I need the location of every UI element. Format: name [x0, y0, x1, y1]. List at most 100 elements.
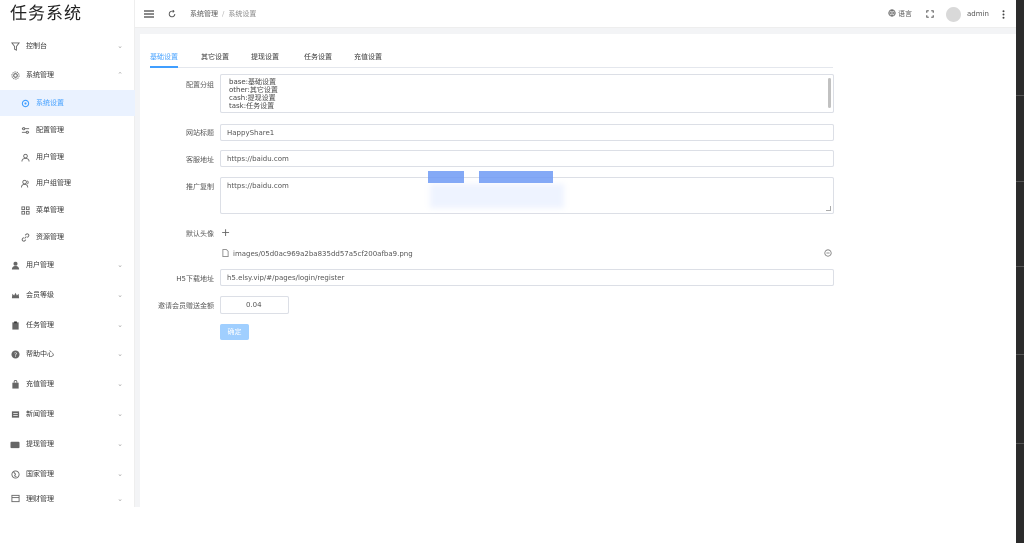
filter-icon: [10, 41, 20, 51]
reward-amount-value: 0.04: [246, 301, 262, 309]
sidebar: 任务系统 控制台 ⌄ 系统管理 ⌃ 系统设置 配置管理 用户管理 用户组管理 菜…: [0, 0, 135, 507]
sidebar-item-dashboard[interactable]: 控制台 ⌄: [0, 33, 135, 59]
svg-text:?: ?: [13, 351, 16, 358]
settings-tabs: 基础设置 其它设置 提现设置 任务设置 充值设置: [150, 51, 833, 68]
sidebar-item-resource[interactable]: 资源管理: [0, 224, 135, 250]
blurred-overlay: [479, 171, 553, 183]
service-url-label: 客服地址: [186, 156, 214, 164]
sidebar-item-config[interactable]: 配置管理: [0, 117, 135, 143]
group-label: 配置分组: [186, 81, 214, 89]
sidebar-item-system-settings[interactable]: 系统设置: [0, 90, 135, 116]
fullscreen-icon[interactable]: [926, 0, 934, 28]
help-icon: ?: [10, 349, 20, 359]
sidebar-item-country[interactable]: 国家管理 ⌄: [0, 461, 135, 487]
sidebar-item-label: 充值管理: [26, 380, 54, 388]
sidebar-item-system[interactable]: 系统管理 ⌃: [0, 62, 135, 88]
scrollbar[interactable]: [828, 78, 831, 108]
reward-amount-input[interactable]: 0.04: [220, 296, 289, 314]
sidebar-item-label: 系统设置: [36, 99, 64, 107]
promo-copy-value: https://baidu.com: [227, 182, 289, 190]
remove-file-icon[interactable]: [824, 249, 832, 259]
breadcrumb-item[interactable]: 系统管理: [190, 9, 218, 19]
group-option[interactable]: base:基础设置: [229, 78, 825, 86]
chevron-down-icon: ⌄: [117, 321, 123, 329]
sidebar-item-withdraw[interactable]: 提现管理 ⌄: [0, 431, 135, 457]
more-vertical-icon[interactable]: [1002, 0, 1005, 28]
window-edge: [1016, 0, 1024, 543]
avatar-file-item: images/05d0ac969a2ba835dd57a5cf200afba9.…: [222, 249, 413, 259]
avatar-file-name[interactable]: images/05d0ac969a2ba835dd57a5cf200afba9.…: [233, 250, 413, 258]
group-option[interactable]: cash:提现设置: [229, 94, 825, 102]
site-title-label: 网站标题: [186, 129, 214, 137]
sidebar-item-label: 任务管理: [26, 321, 54, 329]
breadcrumb-separator: /: [222, 10, 225, 18]
sidebar-item-user-group[interactable]: 用户组管理: [0, 170, 135, 196]
sidebar-item-label: 配置管理: [36, 126, 64, 134]
h5-url-label: H5下载地址: [176, 275, 214, 283]
sidebar-item-label: 用户管理: [26, 261, 54, 269]
bag-icon: [10, 379, 20, 389]
sidebar-item-help[interactable]: ? 帮助中心 ⌄: [0, 341, 135, 367]
service-url-value: https://baidu.com: [227, 154, 289, 163]
sidebar-item-users[interactable]: 用户管理 ⌄: [0, 252, 135, 278]
service-url-input[interactable]: https://baidu.com: [220, 150, 834, 167]
breadcrumb: 系统管理 / 系统设置: [190, 0, 256, 28]
app-title: 任务系统: [10, 4, 82, 24]
tab-withdraw[interactable]: 提现设置: [251, 51, 279, 68]
globe-icon: [10, 469, 20, 479]
language-label: 语言: [898, 10, 912, 18]
h5-url-value: h5.elsy.vip/#/pages/login/register: [227, 273, 345, 282]
sidebar-item-menu[interactable]: 菜单管理: [0, 197, 135, 223]
tab-basic[interactable]: 基础设置: [150, 51, 178, 68]
promo-copy-label: 推广复制: [186, 183, 214, 191]
reward-amount-label: 邀请会员赠送金额: [158, 302, 214, 310]
settings-icon: [20, 98, 30, 108]
language-switch[interactable]: 语言: [888, 0, 912, 28]
chevron-up-icon: ⌃: [117, 71, 123, 79]
blurred-overlay: [428, 171, 464, 183]
chevron-down-icon: ⌄: [117, 470, 123, 478]
group-option[interactable]: task:任务设置: [229, 102, 825, 110]
finance-icon: [10, 494, 20, 504]
chevron-down-icon: ⌄: [117, 291, 123, 299]
crown-icon: [10, 290, 20, 300]
config-group-select[interactable]: base:基础设置 other:其它设置 cash:提现设置 task:任务设置: [220, 74, 834, 113]
sidebar-item-label: 系统管理: [26, 71, 54, 79]
group-option[interactable]: other:其它设置: [229, 86, 825, 94]
site-title-input[interactable]: HappyShare1: [220, 124, 834, 141]
sidebar-item-label: 菜单管理: [36, 206, 64, 214]
username: admin: [967, 10, 989, 18]
user-menu[interactable]: admin: [946, 0, 989, 28]
user-group-icon: [20, 178, 30, 188]
document-icon: [222, 249, 229, 259]
chevron-down-icon: ⌄: [117, 494, 123, 503]
tab-task[interactable]: 任务设置: [304, 51, 332, 68]
submit-button[interactable]: 确定: [220, 324, 249, 340]
chevron-down-icon: ⌄: [117, 440, 123, 448]
add-avatar-button[interactable]: +: [221, 226, 230, 239]
resize-handle[interactable]: [826, 206, 831, 211]
sidebar-item-label: 国家管理: [26, 470, 54, 478]
sidebar-item-member-level[interactable]: 会员等级 ⌄: [0, 282, 135, 308]
sidebar-item-news[interactable]: 新闻管理 ⌄: [0, 401, 135, 427]
menu-toggle-icon[interactable]: [144, 0, 154, 28]
tab-recharge[interactable]: 充值设置: [354, 51, 382, 68]
h5-url-input[interactable]: h5.elsy.vip/#/pages/login/register: [220, 269, 834, 286]
sidebar-item-recharge[interactable]: 充值管理 ⌄: [0, 371, 135, 397]
clipboard-icon: [10, 320, 20, 330]
chevron-down-icon: ⌄: [117, 350, 123, 358]
sidebar-item-user-admin[interactable]: 用户管理: [0, 144, 135, 170]
sidebar-item-label: 新闻管理: [26, 410, 54, 418]
news-icon: [10, 409, 20, 419]
sidebar-item-label: 用户组管理: [36, 179, 71, 187]
refresh-icon[interactable]: [168, 0, 176, 28]
sidebar-item-label: 理财管理: [26, 494, 54, 503]
sidebar-item-tasks[interactable]: 任务管理 ⌄: [0, 312, 135, 338]
gear-icon: [10, 70, 20, 80]
site-title-value: HappyShare1: [227, 128, 275, 137]
sidebar-item-finance[interactable]: 理财管理 ⌄: [0, 490, 135, 507]
tab-other[interactable]: 其它设置: [201, 51, 229, 68]
chevron-down-icon: ⌄: [117, 410, 123, 418]
user-icon: [20, 152, 30, 162]
chevron-down-icon: ⌄: [117, 380, 123, 388]
